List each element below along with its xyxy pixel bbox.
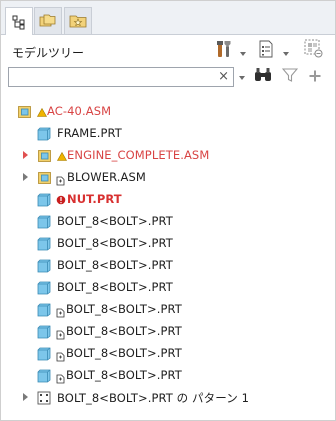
warning-icon bbox=[36, 102, 48, 121]
tree-item-label: BOLT_8<BOLT>.PRT bbox=[57, 236, 173, 250]
tree-item-label: BOLT_8<BOLT>.PRT の パターン 1 bbox=[57, 391, 249, 405]
tree-item-part-linked[interactable]: BOLT_8<BOLT>.PRT bbox=[1, 321, 335, 341]
tree-item-label: BOLT_8<BOLT>.PRT bbox=[57, 280, 173, 294]
expand-arrow-icon[interactable] bbox=[23, 173, 28, 181]
show-settings-button[interactable] bbox=[257, 40, 275, 62]
part-icon bbox=[37, 214, 51, 233]
tree-item-part[interactable]: BOLT_8<BOLT>.PRT bbox=[1, 277, 335, 297]
model-tree-tab-icon bbox=[11, 14, 27, 30]
expand-arrow-icon[interactable] bbox=[23, 151, 28, 159]
model-tree-panel: モデルツリー × AC-40.ASM FRAME.PRT ENGINE_COMP… bbox=[0, 0, 336, 421]
find-button[interactable] bbox=[253, 68, 273, 86]
search-input[interactable] bbox=[11, 69, 211, 85]
tree-item-part-linked[interactable]: BOLT_8<BOLT>.PRT bbox=[1, 343, 335, 363]
panel-tab-strip bbox=[1, 1, 335, 35]
link-icon bbox=[56, 347, 65, 366]
part-icon bbox=[37, 368, 51, 387]
warning-icon bbox=[56, 146, 68, 165]
tree-item-part[interactable]: BOLT_8<BOLT>.PRT bbox=[1, 233, 335, 253]
tree-item-root-assembly[interactable]: AC-40.ASM bbox=[1, 101, 335, 121]
assembly-icon bbox=[17, 104, 33, 124]
settings-dropdown-caret[interactable] bbox=[283, 52, 289, 56]
tree-item-subassembly[interactable]: BLOWER.ASM bbox=[1, 167, 335, 187]
add-button[interactable] bbox=[306, 68, 324, 86]
panel-title: モデルツリー bbox=[12, 46, 85, 60]
error-icon bbox=[56, 190, 66, 209]
tree-item-label: NUT.PRT bbox=[67, 192, 122, 206]
tree-item-label: BOLT_8<BOLT>.PRT bbox=[57, 214, 173, 228]
part-icon bbox=[37, 346, 51, 365]
assembly-icon bbox=[37, 170, 53, 190]
link-icon bbox=[56, 171, 65, 190]
filter-icon bbox=[281, 67, 299, 87]
folder-tab-icon bbox=[39, 13, 57, 29]
tab-favorites[interactable] bbox=[64, 7, 92, 34]
list-settings-icon bbox=[259, 40, 273, 62]
search-dropdown-caret[interactable] bbox=[239, 76, 245, 80]
tree-item-part[interactable]: BOLT_8<BOLT>.PRT bbox=[1, 255, 335, 275]
tab-model-tree[interactable] bbox=[5, 7, 33, 35]
part-icon bbox=[37, 192, 51, 211]
search-box: × bbox=[8, 67, 234, 87]
tools-button[interactable] bbox=[214, 41, 236, 61]
part-icon bbox=[37, 236, 51, 255]
tree-item-part[interactable]: BOLT_8<BOLT>.PRT bbox=[1, 211, 335, 231]
tree-item-label: ENGINE_COMPLETE.ASM bbox=[67, 148, 210, 162]
pattern-icon bbox=[37, 390, 51, 409]
part-icon bbox=[37, 324, 51, 343]
part-icon bbox=[37, 280, 51, 299]
plus-icon bbox=[308, 68, 322, 87]
binoculars-icon bbox=[254, 67, 272, 87]
tree-item-label: BOLT_8<BOLT>.PRT bbox=[66, 302, 182, 316]
tree-item-label: AC-40.ASM bbox=[47, 104, 112, 118]
tab-folder-browser[interactable] bbox=[34, 7, 62, 34]
tree-item-part[interactable]: FRAME.PRT bbox=[1, 123, 335, 143]
link-icon bbox=[56, 369, 65, 388]
tree-item-pattern[interactable]: BOLT_8<BOLT>.PRT の パターン 1 bbox=[1, 387, 335, 407]
search-row: × bbox=[1, 65, 335, 91]
part-icon bbox=[37, 126, 51, 145]
tree-item-part-linked[interactable]: BOLT_8<BOLT>.PRT bbox=[1, 299, 335, 319]
clear-search-icon[interactable]: × bbox=[218, 69, 229, 85]
expand-arrow-icon[interactable] bbox=[23, 393, 28, 401]
tree-item-subassembly[interactable]: ENGINE_COMPLETE.ASM bbox=[1, 145, 335, 165]
tree-item-part-linked[interactable]: BOLT_8<BOLT>.PRT bbox=[1, 365, 335, 385]
filter-button[interactable] bbox=[281, 68, 299, 86]
tree-item-label: FRAME.PRT bbox=[57, 126, 122, 140]
favorites-tab-icon bbox=[69, 13, 87, 29]
link-icon bbox=[56, 303, 65, 322]
assembly-icon bbox=[37, 148, 53, 168]
tree-item-label: BLOWER.ASM bbox=[67, 170, 146, 184]
part-icon bbox=[37, 258, 51, 277]
tree-item-label: BOLT_8<BOLT>.PRT bbox=[57, 258, 173, 272]
link-icon bbox=[56, 325, 65, 344]
layer-tree-button[interactable] bbox=[303, 39, 325, 63]
layers-grid-icon bbox=[304, 39, 324, 63]
tools-icon bbox=[215, 40, 235, 62]
tree-item-label: BOLT_8<BOLT>.PRT bbox=[66, 324, 182, 338]
tree-toolbar: モデルツリー bbox=[1, 35, 335, 63]
tree-item-part-error[interactable]: NUT.PRT bbox=[1, 189, 335, 209]
tree-item-label: BOLT_8<BOLT>.PRT bbox=[66, 368, 182, 382]
tools-dropdown-caret[interactable] bbox=[240, 52, 246, 56]
tree-item-label: BOLT_8<BOLT>.PRT bbox=[66, 346, 182, 360]
part-icon bbox=[37, 302, 51, 321]
